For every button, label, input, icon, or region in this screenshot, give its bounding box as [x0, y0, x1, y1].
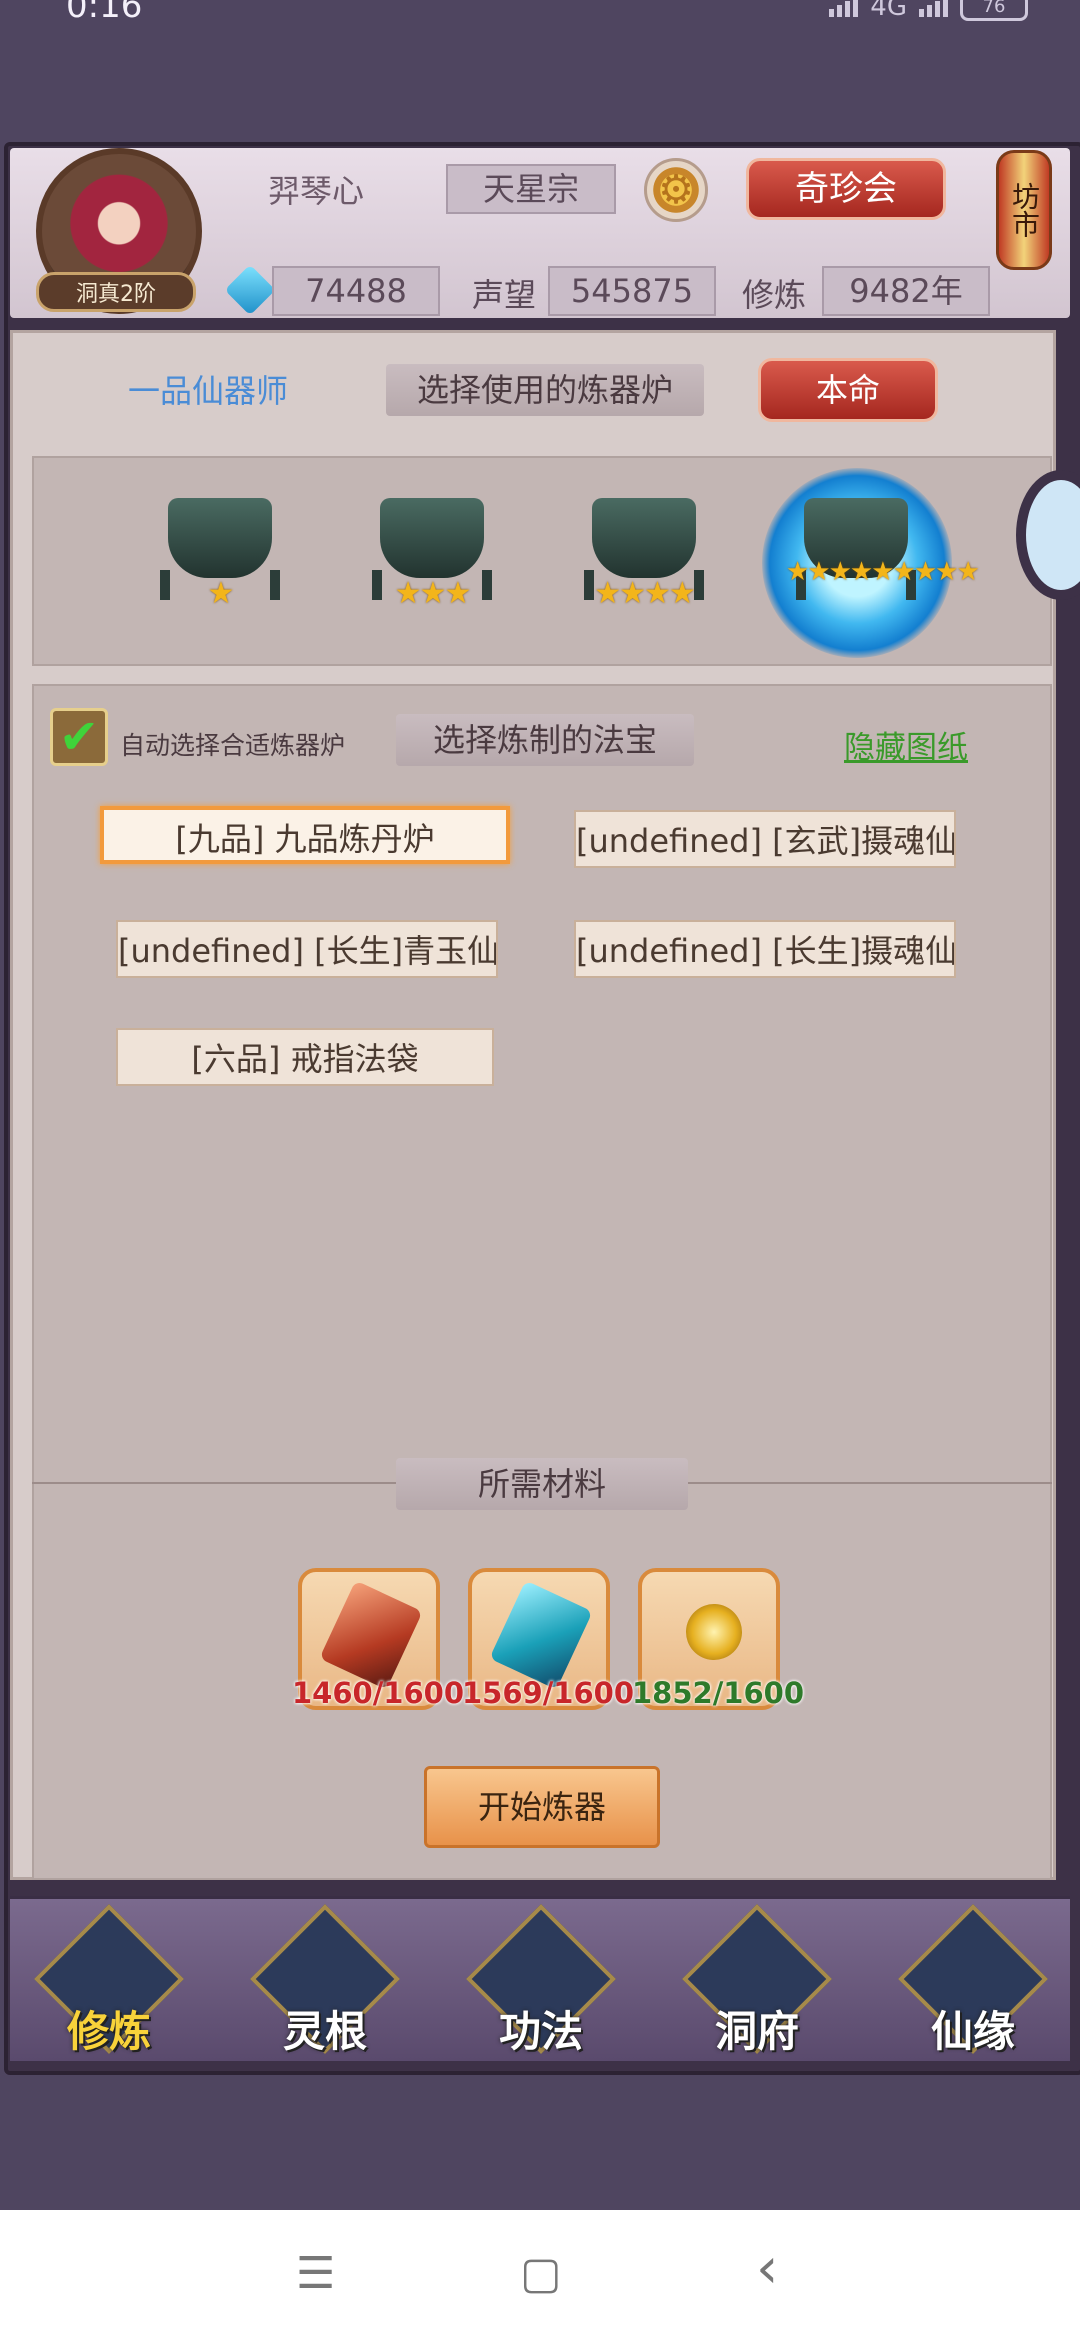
furnace-banner: 选择使用的炼器炉 — [386, 364, 704, 416]
material-slot-1[interactable]: 1460/1600 — [292, 1568, 464, 1710]
status-time: 0:16 — [66, 0, 143, 26]
nav-label: 仙缘 — [930, 2007, 1015, 2056]
cultivation-label: 修炼 — [742, 276, 807, 314]
furnace-2[interactable]: ★★★ — [352, 478, 512, 618]
cauldron-icon — [168, 498, 272, 578]
status-icons: 4G 76 — [829, 0, 1028, 22]
nav-fate[interactable]: 仙缘 — [898, 1904, 1048, 2056]
treasure-item[interactable]: [undefined] [长生]青玉仙袍 — [116, 920, 498, 978]
furnace-stars: ★ — [207, 576, 235, 611]
nav-technique[interactable]: 功法 — [466, 1904, 616, 2056]
cauldron-icon — [592, 498, 696, 578]
materials-banner: 所需材料 — [396, 1458, 688, 1510]
benming-button[interactable]: 本命 — [758, 358, 938, 422]
furnace-1[interactable]: ★ — [140, 478, 300, 618]
furnace-4[interactable]: ★★★★★★★★★ — [776, 478, 980, 618]
signal-icon — [829, 0, 859, 17]
reputation-value: 545875 — [548, 266, 716, 316]
treasure-fair-button[interactable]: 奇珍会 — [746, 158, 946, 220]
start-forging-button[interactable]: 开始炼器 — [424, 1766, 660, 1848]
material-count: 1852/1600 — [632, 1676, 805, 1710]
material-slot-2[interactable]: 1569/1600 — [462, 1568, 634, 1710]
home-icon[interactable]: ▢ — [520, 2248, 562, 2299]
auto-select-checkbox[interactable]: ✔ — [50, 708, 108, 766]
network-label: 4G — [870, 0, 907, 22]
material-slot-3[interactable]: 1852/1600 — [632, 1568, 804, 1710]
nav-spirit-root[interactable]: 灵根 — [250, 1904, 400, 2056]
status-bar: 0:16 4G 76 — [0, 0, 1080, 28]
treasure-banner: 选择炼制的法宝 — [396, 714, 694, 766]
gear-icon[interactable]: ⚙ — [644, 158, 708, 222]
back-icon[interactable]: ‹ — [756, 2236, 778, 2301]
red-ore-icon — [319, 1580, 423, 1690]
gold-nugget-icon — [676, 1594, 752, 1670]
material-count: 1460/1600 — [292, 1676, 465, 1710]
player-rank: 洞真2阶 — [36, 272, 196, 312]
hide-blueprints-link[interactable]: 隐藏图纸 — [844, 722, 968, 767]
battery-icon: 76 — [960, 0, 1028, 21]
nav-label: 洞府 — [714, 2007, 799, 2056]
cultivation-value: 9482年 — [822, 266, 990, 316]
nav-cave[interactable]: 洞府 — [682, 1904, 832, 2056]
furnace-stars: ★★★★ — [594, 576, 696, 611]
signal-icon-2 — [919, 0, 948, 17]
player-name: 羿琴心 — [268, 172, 365, 210]
nav-label: 修炼 — [66, 2007, 151, 2056]
treasure-item[interactable]: [六品] 戒指法袋 — [116, 1028, 494, 1086]
market-lantern-button[interactable]: 坊市 — [996, 150, 1052, 270]
treasure-item[interactable]: [undefined] [玄武]摄魂仙袍 — [574, 810, 956, 868]
cyan-crystal-icon — [489, 1580, 593, 1690]
auto-select-label: 自动选择合适炼器炉 — [120, 731, 346, 760]
material-count: 1569/1600 — [462, 1676, 635, 1710]
nav-label: 功法 — [498, 2007, 583, 2056]
treasure-item[interactable]: [九品] 九品炼丹炉 — [100, 806, 510, 864]
cauldron-icon — [380, 498, 484, 578]
forge-title: 一品仙器师 — [128, 372, 289, 410]
spirit-stone-count: 74488 — [272, 266, 440, 316]
menu-icon[interactable]: ☰ — [296, 2248, 335, 2299]
nav-label: 灵根 — [282, 2007, 367, 2056]
player-sect: 天星宗 — [446, 164, 616, 214]
furnace-stars: ★★★★★★★★★ — [786, 557, 980, 587]
treasure-item[interactable]: [undefined] [长生]摄魂仙袍 — [574, 920, 956, 978]
furnace-stars: ★★★ — [394, 576, 472, 611]
nav-cultivate[interactable]: 修炼 — [34, 1904, 184, 2056]
furnace-3[interactable]: ★★★★ — [564, 478, 724, 618]
reputation-label: 声望 — [472, 276, 537, 314]
